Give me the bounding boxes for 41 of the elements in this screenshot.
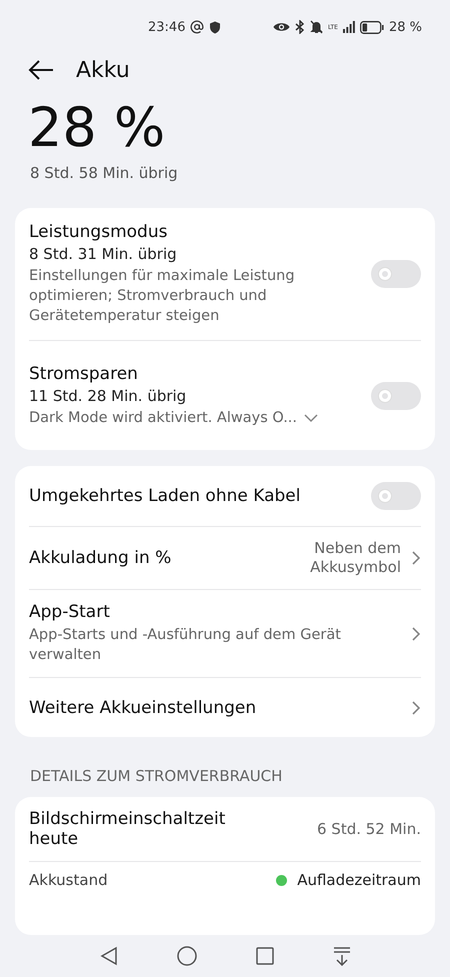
- notification-pull-button[interactable]: [332, 946, 350, 966]
- setting-description: App-Starts und -Ausführung auf dem Gerät verwalten: [29, 626, 342, 666]
- battery-icon: [360, 20, 384, 34]
- time-remaining: 8 Std. 58 Min. übrig: [29, 163, 179, 182]
- signal-icon: [342, 21, 355, 34]
- setting-title: Umgekehrtes Laden ohne Kabel: [29, 486, 302, 506]
- setting-subtitle: 11 Std. 28 Min. übrig: [29, 386, 188, 405]
- legend-label: Aufladezeitraum: [297, 871, 421, 890]
- bluetooth-icon: [294, 20, 305, 34]
- toggle-switch[interactable]: [371, 382, 421, 410]
- setting-title: Stromsparen: [29, 364, 139, 384]
- at-sign-icon: [190, 20, 204, 34]
- chart-label: Akkustand: [29, 871, 109, 890]
- back-button[interactable]: [28, 60, 54, 80]
- shield-icon: [209, 20, 222, 34]
- setting-value: Neben dem Akkusymbol: [309, 539, 401, 578]
- setting-title: Weitere Akkueinstellungen: [29, 698, 258, 718]
- clock: 23:46: [148, 20, 186, 35]
- setting-title: Akkuladung in %: [29, 548, 172, 568]
- chevron-right-icon: [411, 700, 421, 716]
- chevron-right-icon: [411, 550, 421, 566]
- toggle-switch[interactable]: [371, 482, 421, 510]
- toggle-switch[interactable]: [371, 260, 421, 288]
- setting-description: Dark Mode wird aktiviert. Always O...: [29, 408, 298, 428]
- screen-time-value: 6 Std. 52 Min.: [316, 820, 421, 839]
- setting-subtitle: 8 Std. 31 Min. übrig: [29, 245, 178, 264]
- setting-description: Einstellungen für maximale Leistung optimieren; Stromverbrauch und Gerätetemperatur steigen: [29, 267, 296, 326]
- eye-icon: [272, 21, 290, 34]
- back-nav-button[interactable]: [100, 946, 118, 966]
- setting-title: App-Start: [29, 602, 111, 622]
- home-button[interactable]: [176, 946, 196, 966]
- screen-time-label: Bildschirmeinschaltzeit heute: [29, 809, 226, 850]
- muted-bell-icon: [310, 20, 323, 34]
- setting-title: Leistungsmodus: [29, 222, 168, 242]
- section-heading: DETAILS ZUM STROMVERBRAUCH: [29, 766, 284, 786]
- page-title: Akku: [76, 58, 130, 83]
- battery-level: 28 %: [27, 95, 166, 160]
- chevron-right-icon: [411, 626, 421, 642]
- chevron-down-icon[interactable]: [303, 412, 320, 423]
- battery-percentage: 28 %: [388, 20, 422, 35]
- recent-apps-button[interactable]: [256, 947, 274, 966]
